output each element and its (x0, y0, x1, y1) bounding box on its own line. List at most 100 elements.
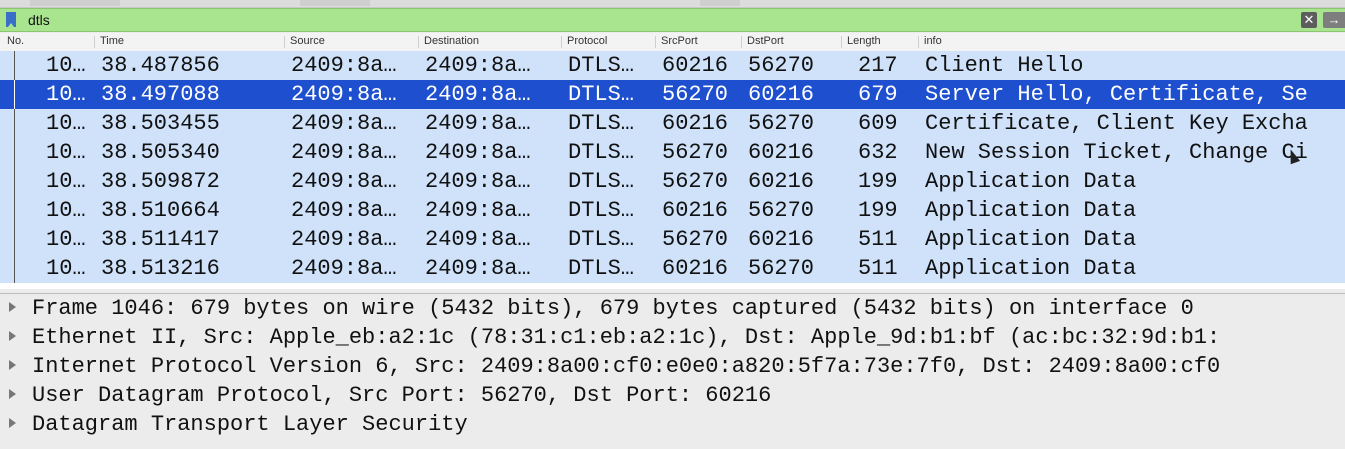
cell-length: 199 (858, 169, 898, 194)
cell-destination: 2409:8a… (425, 227, 531, 252)
cell-time: 38.505340 (101, 140, 220, 165)
cell-source: 2409:8a… (291, 256, 397, 281)
detail-tree-item-frame[interactable]: Frame 1046: 679 bytes on wire (5432 bits… (0, 294, 1345, 323)
cell-dstport: 60216 (748, 140, 815, 165)
cell-info: Server Hello, Certificate, Se (925, 82, 1308, 107)
cell-length: 609 (858, 111, 898, 136)
detail-text: Frame 1046: 679 bytes on wire (5432 bits… (32, 296, 1194, 321)
packet-row[interactable]: 10… 38.510664 2409:8a… 2409:8a… DTLS… 60… (0, 196, 1345, 225)
cell-length: 511 (858, 227, 898, 252)
cell-srcport: 56270 (662, 82, 729, 107)
cell-no: 10… (46, 140, 86, 165)
packet-row[interactable]: 10… 38.509872 2409:8a… 2409:8a… DTLS… 56… (0, 167, 1345, 196)
cell-info: New Session Ticket, Change Ci (925, 140, 1308, 165)
apply-filter-icon[interactable]: → (1323, 12, 1345, 28)
column-separator[interactable] (741, 36, 742, 48)
cell-no: 10… (46, 53, 86, 78)
cell-protocol: DTLS… (568, 111, 635, 136)
cell-protocol: DTLS… (568, 82, 635, 107)
cell-destination: 2409:8a… (425, 82, 531, 107)
detail-tree-item-dtls[interactable]: Datagram Transport Layer Security (0, 410, 1345, 439)
cell-length: 199 (858, 198, 898, 223)
column-header-length[interactable]: Length (847, 35, 881, 47)
packet-details-pane: Frame 1046: 679 bytes on wire (5432 bits… (0, 293, 1345, 449)
packet-row[interactable]: 10… 38.487856 2409:8a… 2409:8a… DTLS… 60… (0, 51, 1345, 80)
cell-destination: 2409:8a… (425, 169, 531, 194)
cell-info: Certificate, Client Key Excha (925, 111, 1308, 136)
cell-protocol: DTLS… (568, 227, 635, 252)
column-separator[interactable] (418, 36, 419, 48)
detail-tree-item-udp[interactable]: User Datagram Protocol, Src Port: 56270,… (0, 381, 1345, 410)
packet-row[interactable]: 10… 38.503455 2409:8a… 2409:8a… DTLS… 60… (0, 109, 1345, 138)
cell-no: 10… (46, 256, 86, 281)
toolbar-segment (700, 0, 740, 6)
cell-dstport: 60216 (748, 82, 815, 107)
cell-destination: 2409:8a… (425, 198, 531, 223)
cell-protocol: DTLS… (568, 256, 635, 281)
expand-arrow-icon[interactable] (9, 418, 16, 428)
column-header-source[interactable]: Source (290, 35, 325, 47)
cell-dstport: 56270 (748, 256, 815, 281)
conversation-marker (14, 138, 15, 167)
cell-protocol: DTLS… (568, 169, 635, 194)
cell-length: 217 (858, 53, 898, 78)
column-separator[interactable] (841, 36, 842, 48)
cell-source: 2409:8a… (291, 82, 397, 107)
detail-tree-item-ipv6[interactable]: Internet Protocol Version 6, Src: 2409:8… (0, 352, 1345, 381)
packet-row-selected[interactable]: 10… 38.497088 2409:8a… 2409:8a… DTLS… 56… (0, 80, 1345, 109)
column-separator[interactable] (284, 36, 285, 48)
column-separator[interactable] (918, 36, 919, 48)
expand-arrow-icon[interactable] (9, 389, 16, 399)
cell-srcport: 56270 (662, 227, 729, 252)
packet-row[interactable]: 10… 38.511417 2409:8a… 2409:8a… DTLS… 56… (0, 225, 1345, 254)
packet-list-header: No. Time Source Destination Protocol Src… (0, 33, 1345, 52)
toolbar-strip (0, 0, 1345, 8)
detail-text: Internet Protocol Version 6, Src: 2409:8… (32, 354, 1221, 379)
column-header-protocol[interactable]: Protocol (567, 35, 607, 47)
cell-time: 38.487856 (101, 53, 220, 78)
conversation-marker (14, 225, 15, 254)
cell-info: Application Data (925, 227, 1137, 252)
cell-destination: 2409:8a… (425, 111, 531, 136)
column-separator[interactable] (561, 36, 562, 48)
packet-row[interactable]: 10… 38.513216 2409:8a… 2409:8a… DTLS… 60… (0, 254, 1345, 283)
cell-dstport: 56270 (748, 53, 815, 78)
conversation-marker (14, 196, 15, 225)
expand-arrow-icon[interactable] (9, 360, 16, 370)
clear-filter-icon[interactable]: ✕ (1301, 12, 1317, 28)
cell-info: Application Data (925, 256, 1137, 281)
cell-dstport: 56270 (748, 198, 815, 223)
detail-text: Ethernet II, Src: Apple_eb:a2:1c (78:31:… (32, 325, 1221, 350)
cell-srcport: 60216 (662, 198, 729, 223)
column-separator[interactable] (655, 36, 656, 48)
expand-arrow-icon[interactable] (9, 331, 16, 341)
cell-info: Client Hello (925, 53, 1084, 78)
cell-srcport: 56270 (662, 140, 729, 165)
cell-length: 511 (858, 256, 898, 281)
column-header-dstport[interactable]: DstPort (747, 35, 784, 47)
cell-destination: 2409:8a… (425, 53, 531, 78)
cell-no: 10… (46, 111, 86, 136)
packet-row[interactable]: 10… 38.505340 2409:8a… 2409:8a… DTLS… 56… (0, 138, 1345, 167)
cell-source: 2409:8a… (291, 53, 397, 78)
cell-time: 38.511417 (101, 227, 220, 252)
column-header-time[interactable]: Time (100, 35, 124, 47)
column-header-no[interactable]: No. (7, 35, 24, 47)
column-separator[interactable] (94, 36, 95, 48)
filter-bookmark-icon[interactable] (6, 12, 16, 27)
detail-text: User Datagram Protocol, Src Port: 56270,… (32, 383, 772, 408)
cell-protocol: DTLS… (568, 53, 635, 78)
expand-arrow-icon[interactable] (9, 302, 16, 312)
display-filter-input[interactable] (24, 10, 1232, 30)
column-header-destination[interactable]: Destination (424, 35, 479, 47)
toolbar-segment (300, 0, 370, 6)
column-header-info[interactable]: info (924, 35, 942, 47)
column-header-srcport[interactable]: SrcPort (661, 35, 698, 47)
cell-srcport: 56270 (662, 169, 729, 194)
cell-no: 10… (46, 227, 86, 252)
detail-tree-item-ethernet[interactable]: Ethernet II, Src: Apple_eb:a2:1c (78:31:… (0, 323, 1345, 352)
cell-srcport: 60216 (662, 111, 729, 136)
cell-length: 632 (858, 140, 898, 165)
cell-length: 679 (858, 82, 898, 107)
cell-no: 10… (46, 198, 86, 223)
